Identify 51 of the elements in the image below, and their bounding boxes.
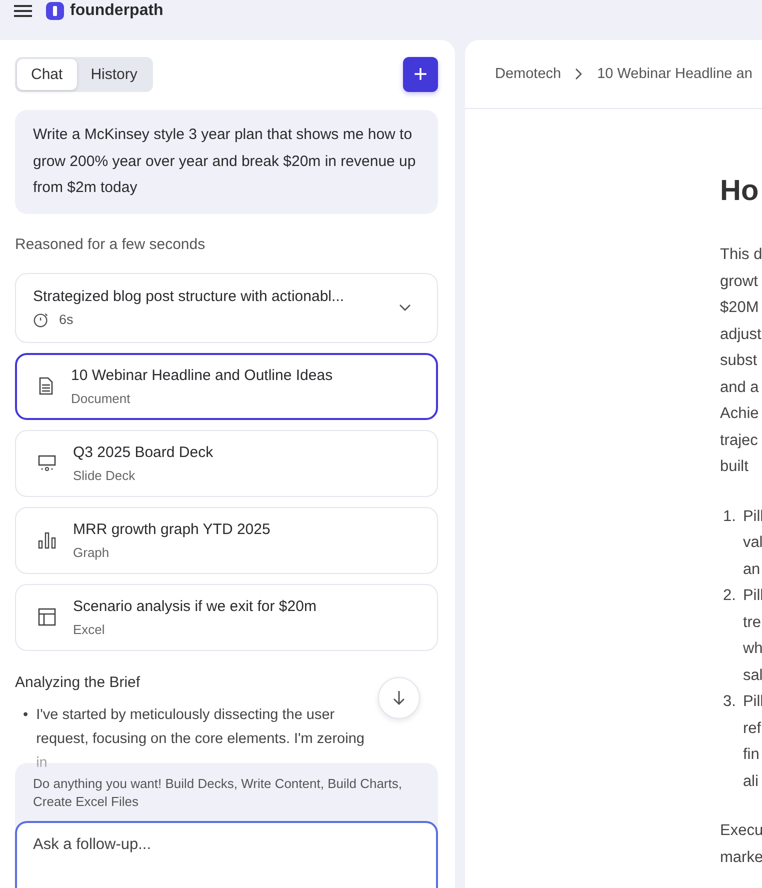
document-heading: Ho bbox=[720, 175, 760, 207]
artifact-card[interactable]: MRR growth graph YTD 2025 Graph bbox=[15, 506, 438, 574]
composer-hint: Do anything you want! Build Decks, Write Content, Build Charts, Create Excel Files bbox=[32, 774, 403, 810]
paragraph-line: trajec bbox=[720, 430, 758, 450]
list-item-line: ref bbox=[742, 718, 762, 738]
artifact-type: Graph bbox=[73, 544, 110, 560]
list-item-line: val bbox=[742, 533, 762, 553]
paragraph-line: marke bbox=[720, 848, 762, 868]
breadcrumb-item[interactable]: Demotech bbox=[495, 66, 562, 82]
section-heading: Analyzing the Brief bbox=[15, 674, 142, 690]
paragraph-line: built bbox=[720, 457, 748, 477]
bullet-marker: • bbox=[23, 706, 28, 724]
artifact-card[interactable]: Q3 2025 Board Deck Slide Deck bbox=[15, 430, 438, 496]
reasoning-title: Strategized blog post structure with actionabl... bbox=[33, 288, 344, 304]
artifact-type: Document bbox=[71, 390, 132, 406]
artifact-title: 10 Webinar Headline and Outline Ideas bbox=[71, 366, 333, 384]
list-item-line: wh bbox=[742, 639, 762, 659]
user-message: Write a McKinsey style 3 year plan that shows me how to grow 200% year over year and break $20m in revenue up from $2m today bbox=[15, 110, 438, 214]
new-chat-button[interactable]: + bbox=[403, 57, 438, 92]
brand-name: founderpath bbox=[70, 2, 164, 20]
artifact-type: Excel bbox=[73, 622, 106, 636]
list-number: 1. bbox=[723, 506, 736, 526]
list-item-line: fin bbox=[742, 745, 760, 765]
paragraph-line: This d bbox=[720, 245, 762, 265]
follow-up-input[interactable]: Ask a follow-up... bbox=[15, 820, 438, 888]
list-item-line: sal bbox=[742, 666, 762, 686]
reasoning-card[interactable]: Strategized blog post structure with actionabl... 6s bbox=[15, 272, 438, 342]
tab[interactable]: History bbox=[76, 59, 152, 90]
list-item-line: tre bbox=[742, 612, 762, 632]
artifact-type: Slide Deck bbox=[73, 468, 136, 482]
artifact-card[interactable]: Scenario analysis if we exit for $20m Excel bbox=[15, 584, 438, 650]
reasoning-label: Reasoned for a few seconds bbox=[15, 236, 206, 252]
paragraph-line: adjust bbox=[720, 324, 762, 344]
list-item-line: an bbox=[742, 560, 760, 580]
paragraph-line: Achie bbox=[720, 404, 759, 424]
artifact-card[interactable]: 10 Webinar Headline and Outline Ideas Document bbox=[15, 352, 438, 420]
paragraph-line: subst bbox=[720, 351, 758, 371]
paragraph-line: $20M bbox=[720, 298, 759, 318]
tab[interactable]: Chat bbox=[17, 59, 77, 90]
list-item-line: ali bbox=[742, 772, 758, 792]
list-number: 3. bbox=[723, 692, 736, 712]
breadcrumb-item[interactable]: 10 Webinar Headline an bbox=[597, 66, 752, 82]
paragraph-line: Execu bbox=[720, 821, 762, 841]
list-number: 2. bbox=[723, 586, 736, 606]
reasoning-duration: 6s bbox=[59, 312, 74, 326]
artifact-title: MRR growth graph YTD 2025 bbox=[73, 520, 270, 538]
paragraph-line: and a bbox=[720, 378, 759, 398]
artifact-title: Q3 2025 Board Deck bbox=[73, 444, 214, 460]
bullet-text: I've started by meticulously dissecting the user request, focusing on the core elements. I'm zeroing in bbox=[36, 706, 366, 772]
paragraph-line: growt bbox=[720, 272, 758, 292]
artifact-title: Scenario analysis if we exit for $20m bbox=[73, 598, 316, 614]
